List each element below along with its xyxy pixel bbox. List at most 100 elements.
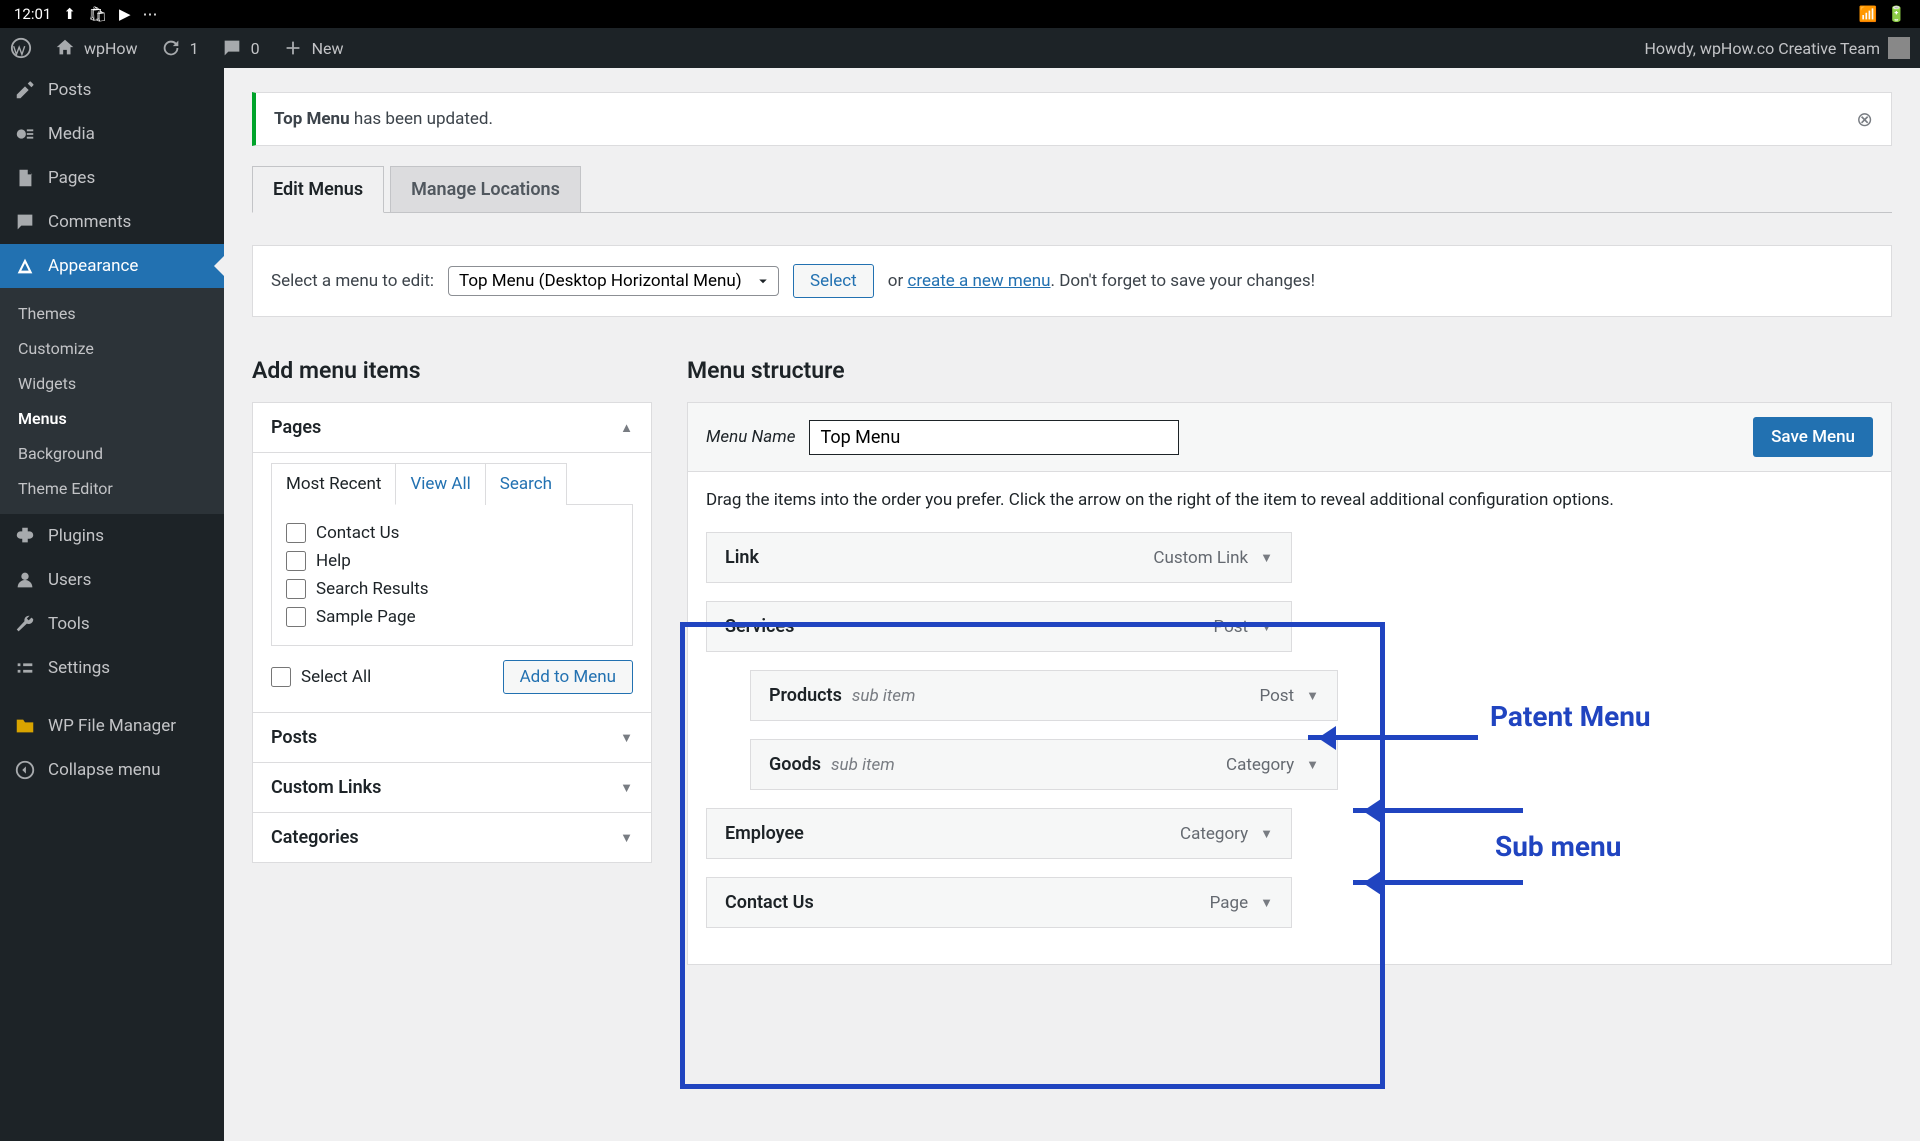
sidebar-item-wp-file-manager[interactable]: WP File Manager bbox=[0, 704, 224, 748]
menu-structure-item[interactable]: Services Post▼ bbox=[706, 601, 1292, 652]
sidebar-item-media[interactable]: Media bbox=[0, 112, 224, 156]
sidebar-item-label: Media bbox=[48, 124, 95, 144]
notice-text: has been updated. bbox=[350, 109, 493, 129]
metabox-pages: Pages ▲ Most Recent View All Search Cont… bbox=[252, 402, 652, 713]
sidebar-item-label: Appearance bbox=[48, 256, 138, 276]
nav-tabs: Edit Menus Manage Locations bbox=[252, 166, 1892, 213]
notice-strong: Top Menu bbox=[274, 109, 350, 129]
comments-count: 0 bbox=[251, 39, 260, 58]
admin-sidebar: Posts Media Pages Comments Appearance Th… bbox=[0, 68, 224, 1141]
menu-structure-item[interactable]: Link Custom Link▼ bbox=[706, 532, 1292, 583]
new-link[interactable]: New bbox=[282, 37, 344, 59]
sidebar-item-users[interactable]: Users bbox=[0, 558, 224, 602]
submenu-themes[interactable]: Themes bbox=[0, 296, 224, 331]
upload-icon: ⬆ bbox=[63, 5, 76, 23]
page-checkbox[interactable] bbox=[286, 607, 306, 627]
wp-admin-bar: wpHow 1 0 New Howdy, wpHow.co Creative T… bbox=[0, 28, 1920, 68]
menu-structure-box: Menu Name Save Menu Drag the items into … bbox=[687, 402, 1892, 965]
tab-manage-locations[interactable]: Manage Locations bbox=[390, 166, 581, 212]
metabox-posts-header[interactable]: Posts ▼ bbox=[253, 713, 651, 762]
menu-structure-sub-item[interactable]: Goods sub item Category▼ bbox=[750, 739, 1338, 790]
comments-link[interactable]: 0 bbox=[221, 37, 260, 59]
sidebar-item-label: Collapse menu bbox=[48, 760, 161, 780]
tab-most-recent[interactable]: Most Recent bbox=[272, 464, 396, 505]
chevron-down-icon[interactable]: ▼ bbox=[1260, 895, 1273, 911]
select-prompt: Select a menu to edit: bbox=[271, 271, 434, 291]
main-content: Top Menu has been updated. ⊗ Edit Menus … bbox=[224, 68, 1920, 1141]
sidebar-item-collapse[interactable]: Collapse menu bbox=[0, 748, 224, 792]
sidebar-item-label: WP File Manager bbox=[48, 716, 176, 736]
page-check-item[interactable]: Search Results bbox=[286, 575, 618, 603]
metabox-categories-header[interactable]: Categories ▼ bbox=[253, 813, 651, 862]
notice-updated: Top Menu has been updated. ⊗ bbox=[252, 92, 1892, 146]
chevron-down-icon: ▼ bbox=[620, 730, 633, 746]
add-items-heading: Add menu items bbox=[252, 357, 652, 384]
submenu-theme-editor[interactable]: Theme Editor bbox=[0, 471, 224, 506]
updates-count: 1 bbox=[190, 39, 199, 58]
menu-select-dropdown[interactable]: Top Menu (Desktop Horizontal Menu) bbox=[448, 266, 779, 296]
chevron-down-icon[interactable]: ▼ bbox=[1260, 550, 1273, 566]
structure-instructions: Drag the items into the order you prefer… bbox=[706, 490, 1873, 510]
page-checkbox[interactable] bbox=[286, 579, 306, 599]
new-label: New bbox=[312, 39, 344, 58]
structure-header: Menu Name Save Menu bbox=[688, 403, 1891, 472]
metabox-categories: Categories ▼ bbox=[252, 813, 652, 863]
appearance-submenu: Themes Customize Widgets Menus Backgroun… bbox=[0, 288, 224, 514]
page-checkbox[interactable] bbox=[286, 523, 306, 543]
menu-name-label: Menu Name bbox=[706, 427, 795, 447]
wp-logo[interactable] bbox=[10, 37, 32, 59]
howdy-user[interactable]: Howdy, wpHow.co Creative Team bbox=[1644, 37, 1910, 59]
status-time: 12:01 bbox=[14, 5, 51, 23]
menu-name-input[interactable] bbox=[809, 420, 1179, 455]
tab-view-all[interactable]: View All bbox=[396, 464, 485, 505]
chevron-down-icon[interactable]: ▼ bbox=[1260, 826, 1273, 842]
sidebar-item-tools[interactable]: Tools bbox=[0, 602, 224, 646]
save-menu-button[interactable]: Save Menu bbox=[1753, 417, 1873, 457]
metabox-pages-header[interactable]: Pages ▲ bbox=[253, 403, 651, 452]
tab-search[interactable]: Search bbox=[486, 464, 566, 505]
sidebar-item-settings[interactable]: Settings bbox=[0, 646, 224, 690]
tab-edit-menus[interactable]: Edit Menus bbox=[252, 166, 384, 213]
select-all-checkbox[interactable] bbox=[271, 667, 291, 687]
page-checkbox[interactable] bbox=[286, 551, 306, 571]
sidebar-item-label: Tools bbox=[48, 614, 90, 634]
selector-rest-text: or create a new menu. Don't forget to sa… bbox=[888, 271, 1315, 291]
sidebar-item-appearance[interactable]: Appearance bbox=[0, 244, 224, 288]
notice-dismiss-icon[interactable]: ⊗ bbox=[1856, 107, 1873, 131]
submenu-background[interactable]: Background bbox=[0, 436, 224, 471]
structure-heading: Menu structure bbox=[687, 357, 1892, 384]
create-new-menu-link[interactable]: create a new menu bbox=[907, 271, 1050, 291]
chevron-down-icon: ▼ bbox=[620, 830, 633, 846]
chevron-down-icon[interactable]: ▼ bbox=[1260, 619, 1273, 635]
sidebar-item-label: Posts bbox=[48, 80, 91, 100]
sidebar-item-comments[interactable]: Comments bbox=[0, 200, 224, 244]
chevron-up-icon: ▲ bbox=[620, 420, 633, 436]
add-to-menu-button[interactable]: Add to Menu bbox=[503, 660, 633, 694]
sidebar-item-label: Plugins bbox=[48, 526, 104, 546]
sidebar-item-plugins[interactable]: Plugins bbox=[0, 514, 224, 558]
site-home-link[interactable]: wpHow bbox=[54, 37, 138, 59]
metabox-custom-links: Custom Links ▼ bbox=[252, 763, 652, 813]
page-check-item[interactable]: Sample Page bbox=[286, 603, 618, 631]
page-check-item[interactable]: Contact Us bbox=[286, 519, 618, 547]
wifi-icon: 📶 bbox=[1859, 5, 1878, 23]
submenu-menus[interactable]: Menus bbox=[0, 401, 224, 436]
avatar bbox=[1888, 37, 1910, 59]
updates-link[interactable]: 1 bbox=[160, 37, 199, 59]
chevron-down-icon[interactable]: ▼ bbox=[1306, 757, 1319, 773]
menu-structure-sub-item[interactable]: Products sub item Post▼ bbox=[750, 670, 1338, 721]
sidebar-item-posts[interactable]: Posts bbox=[0, 68, 224, 112]
select-button[interactable]: Select bbox=[793, 264, 874, 298]
device-status-bar: 12:01 ⬆ 🛍 ▶ ⋯ 📶 🔋 bbox=[0, 0, 1920, 28]
metabox-custom-links-header[interactable]: Custom Links ▼ bbox=[253, 763, 651, 812]
menu-items-list: Link Custom Link▼ Services Post▼ Product… bbox=[706, 532, 1873, 928]
submenu-widgets[interactable]: Widgets bbox=[0, 366, 224, 401]
sidebar-item-pages[interactable]: Pages bbox=[0, 156, 224, 200]
menu-structure-item[interactable]: Employee Category▼ bbox=[706, 808, 1292, 859]
page-check-item[interactable]: Help bbox=[286, 547, 618, 575]
submenu-customize[interactable]: Customize bbox=[0, 331, 224, 366]
pages-inner-tabs: Most Recent View All Search bbox=[271, 463, 567, 505]
select-all[interactable]: Select All bbox=[271, 663, 371, 691]
menu-structure-item[interactable]: Contact Us Page▼ bbox=[706, 877, 1292, 928]
chevron-down-icon[interactable]: ▼ bbox=[1306, 688, 1319, 704]
